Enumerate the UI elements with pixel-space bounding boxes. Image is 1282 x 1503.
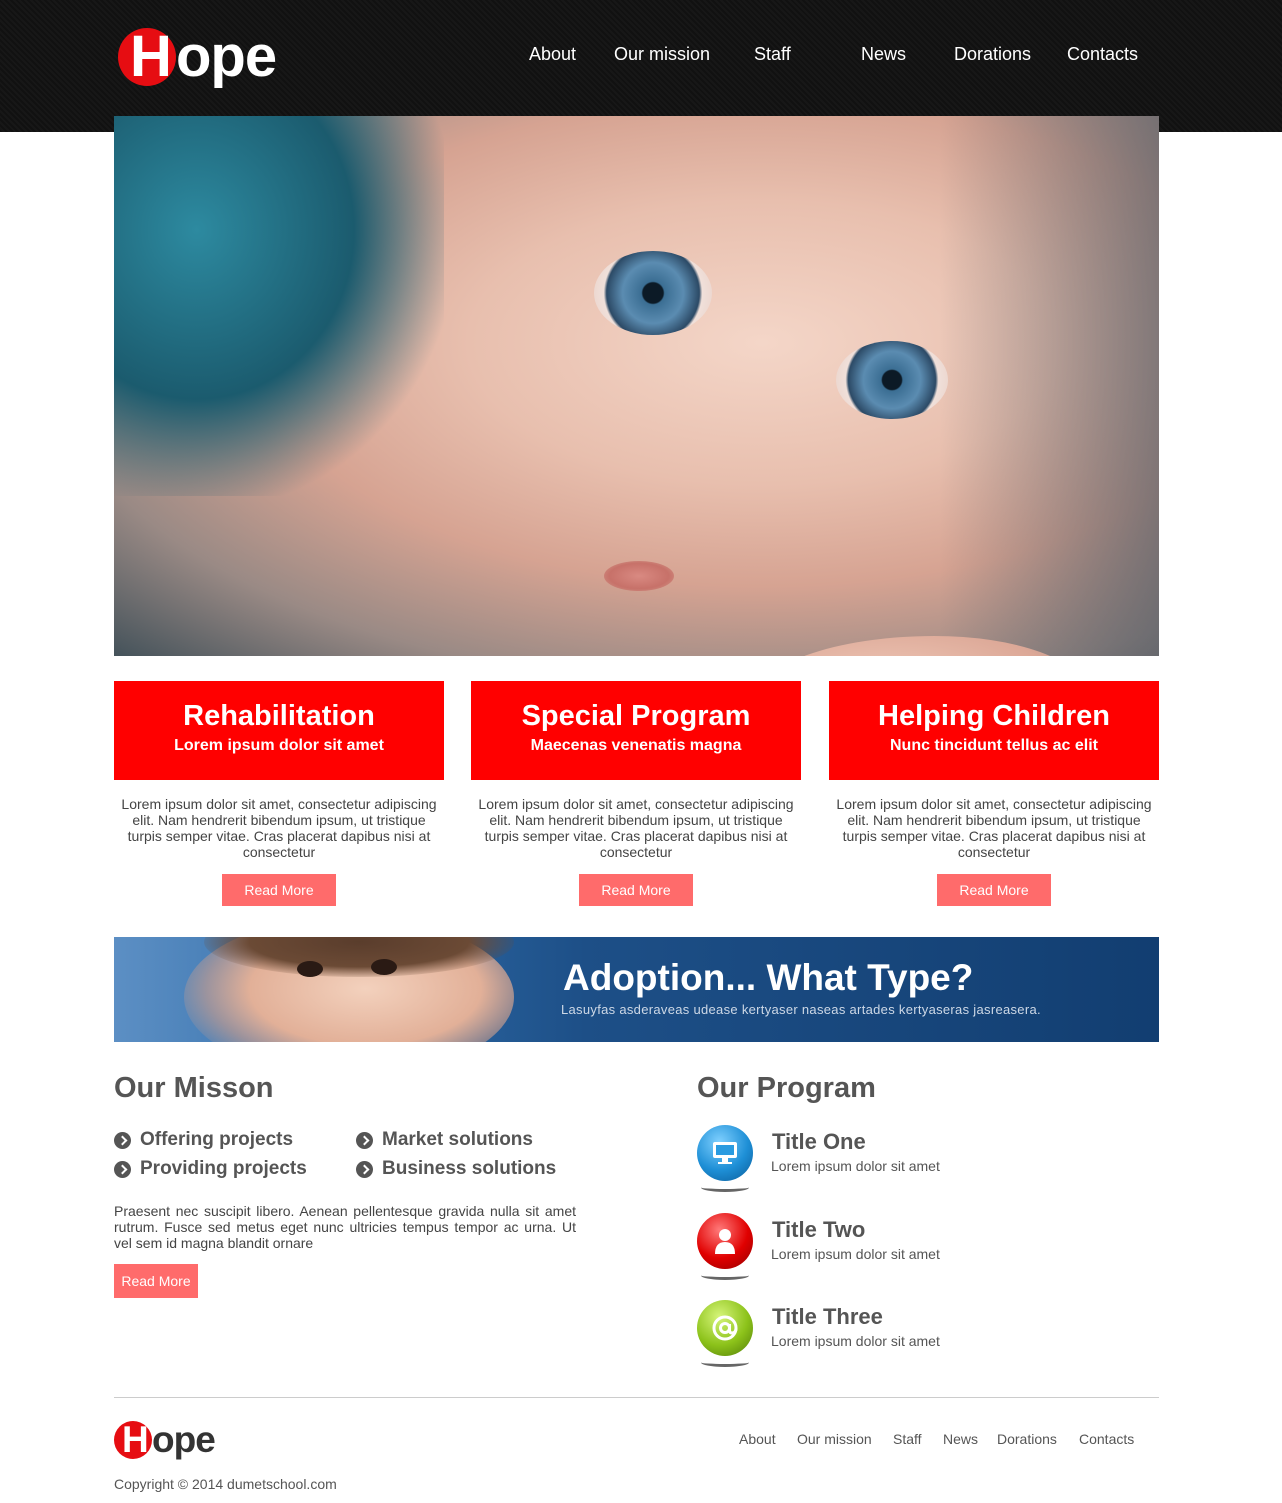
nav-link-our-mission[interactable]: Our mission — [614, 44, 710, 65]
feature-description: Lorem ipsum dolor sit amet, consectetur … — [121, 796, 437, 860]
footer-logo-text: ope — [152, 1419, 216, 1460]
program-item-title: Title Three — [772, 1304, 883, 1329]
nav-link-news[interactable]: News — [861, 44, 906, 65]
main-nav: About Our mission Staff News Dorations C… — [0, 44, 1282, 68]
feature-subtitle: Lorem ipsum dolor sit amet — [174, 737, 384, 754]
footer-divider — [114, 1397, 1159, 1398]
footer-logo-circle: H — [114, 1419, 152, 1460]
footer-link-news[interactable]: News — [943, 1431, 978, 1447]
mission-read-more-button[interactable]: Read More — [114, 1264, 198, 1298]
feature-card: Helping Children Nunc tincidunt tellus a… — [829, 681, 1159, 906]
banner-title: Adoption... What Type? — [563, 957, 974, 998]
program-item[interactable]: Title One Lorem ipsum dolor sit amet — [697, 1125, 1097, 1195]
chevron-right-icon — [114, 1131, 131, 1149]
feature-subtitle: Nunc tincidunt tellus ac elit — [889, 737, 1099, 754]
footer-logo[interactable]: H ope — [114, 1418, 216, 1462]
footer-link-contacts[interactable]: Contacts — [1079, 1431, 1134, 1447]
footer-logo-letter: H — [122, 1419, 149, 1460]
chevron-right-icon — [114, 1160, 131, 1178]
mission-title: Our Misson — [114, 1072, 274, 1104]
program-item[interactable]: Title Three Lorem ipsum dolor sit amet — [697, 1300, 1097, 1370]
nav-link-dorations[interactable]: Dorations — [954, 44, 1031, 65]
nav-link-staff[interactable]: Staff — [754, 44, 791, 65]
banner-subtitle: Lasuyfas asderaveas udease kertyaser nas… — [561, 1002, 1041, 1017]
hero-eye-right — [836, 341, 948, 419]
feature-title: Rehabilitation — [183, 700, 375, 732]
nav-link-about[interactable]: About — [529, 44, 576, 65]
feature-header: Special Program Maecenas venenatis magna — [471, 681, 801, 780]
program-title: Our Program — [697, 1072, 876, 1104]
monitor-icon — [697, 1125, 753, 1192]
chevron-right-icon — [356, 1160, 373, 1178]
feature-title: Helping Children — [878, 700, 1110, 732]
program-item-text: Lorem ipsum dolor sit amet — [771, 1246, 940, 1262]
footer-link-our-mission[interactable]: Our mission — [797, 1431, 872, 1447]
mission-bullet: Business solutions — [356, 1158, 556, 1180]
read-more-button[interactable]: Read More — [579, 874, 693, 906]
program-item-title: Title One — [772, 1129, 866, 1154]
hero-eye-left — [594, 251, 712, 335]
footer-link-dorations[interactable]: Dorations — [997, 1431, 1057, 1447]
feature-description: Lorem ipsum dolor sit amet, consectetur … — [836, 796, 1152, 860]
mission-bullet: Market solutions — [356, 1129, 533, 1151]
feature-header: Rehabilitation Lorem ipsum dolor sit ame… — [114, 681, 444, 780]
feature-description: Lorem ipsum dolor sit amet, consectetur … — [478, 796, 794, 860]
mission-bullet: Providing projects — [114, 1158, 307, 1180]
chevron-right-icon — [356, 1131, 373, 1149]
nav-link-contacts[interactable]: Contacts — [1067, 44, 1138, 65]
read-more-button[interactable]: Read More — [937, 874, 1051, 906]
feature-card: Rehabilitation Lorem ipsum dolor sit ame… — [114, 681, 444, 906]
program-item-text: Lorem ipsum dolor sit amet — [771, 1333, 940, 1349]
at-sign-icon — [697, 1300, 753, 1367]
user-icon — [697, 1213, 753, 1280]
mission-description: Praesent nec suscipit libero. Aenean pel… — [114, 1203, 576, 1251]
header-bar: H ope About Our mission Staff News Dorat… — [0, 0, 1282, 132]
feature-subtitle: Maecenas venenatis magna — [530, 737, 742, 754]
copyright-text: Copyright © 2014 dumetschool.com — [114, 1476, 337, 1492]
footer-link-about[interactable]: About — [739, 1431, 776, 1447]
read-more-button[interactable]: Read More — [222, 874, 336, 906]
program-item-text: Lorem ipsum dolor sit amet — [771, 1158, 940, 1174]
feature-card: Special Program Maecenas venenatis magna… — [471, 681, 801, 906]
hero-image — [114, 116, 1159, 656]
adoption-banner[interactable]: Adoption... What Type? Lasuyfas asderave… — [114, 937, 1159, 1042]
footer-link-staff[interactable]: Staff — [893, 1431, 922, 1447]
feature-title: Special Program — [521, 700, 751, 732]
feature-header: Helping Children Nunc tincidunt tellus a… — [829, 681, 1159, 780]
program-item-title: Title Two — [772, 1217, 866, 1242]
mission-bullet: Offering projects — [114, 1129, 293, 1151]
program-item[interactable]: Title Two Lorem ipsum dolor sit amet — [697, 1213, 1097, 1283]
